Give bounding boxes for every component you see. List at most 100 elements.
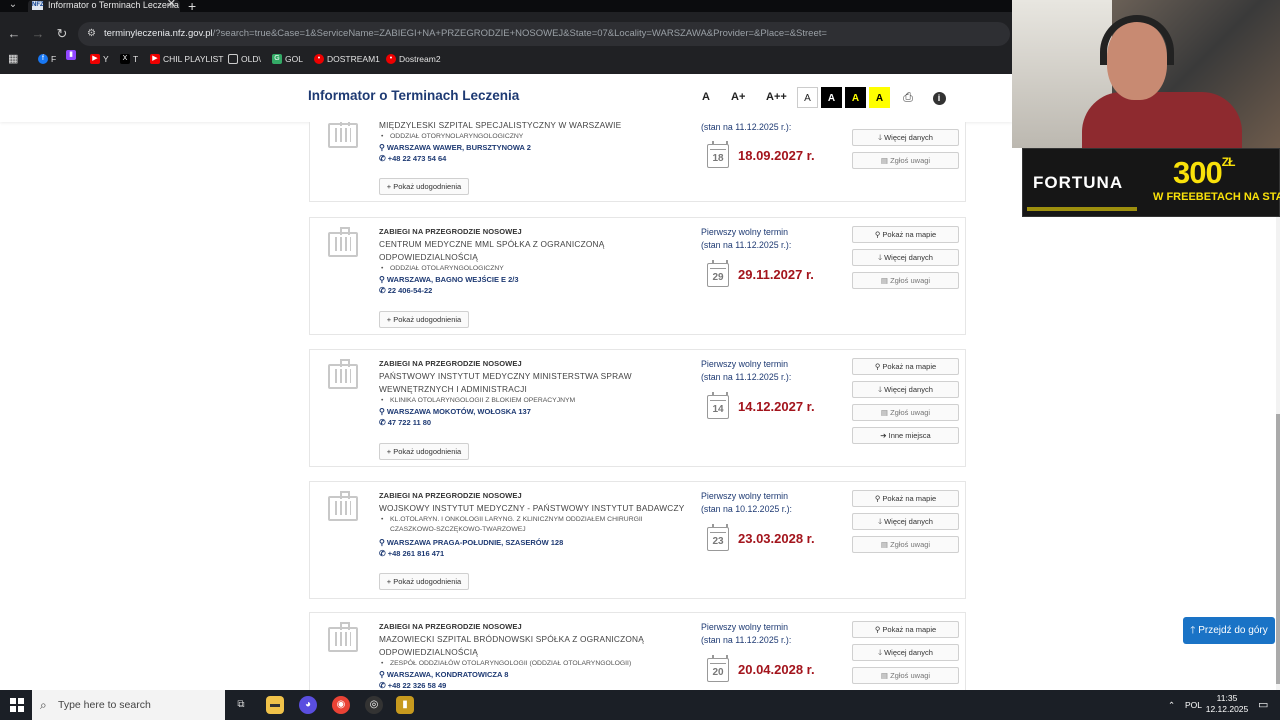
new-tab-icon[interactable]: + <box>188 0 196 14</box>
page-title[interactable]: Informator o Terminach Leczenia <box>308 88 519 103</box>
phone[interactable]: ✆ +48 22 473 54 64 <box>379 154 446 163</box>
phone[interactable]: ✆ 47 722 11 80 <box>379 418 431 427</box>
first-free-date: 14.12.2027 r. <box>738 399 815 414</box>
app-icon[interactable]: ◕ <box>299 696 317 714</box>
report-button[interactable]: ▤ Zgłoś uwagi <box>852 404 959 421</box>
status-date: (stan na 11.12.2025 r.): <box>701 122 792 132</box>
tab-title: Informator o Terminach Leczenia <box>48 0 179 10</box>
show-on-map-button[interactable]: ⚲ Pokaż na mapie <box>852 621 959 638</box>
map-pin-icon: ⚲ <box>379 670 385 679</box>
notifications-icon[interactable]: ▭ <box>1258 690 1268 720</box>
address[interactable]: ⚲ WARSZAWA PRAGA-POŁUDNIE, SZASERÓW 128 <box>379 538 563 547</box>
first-free-date: 20.04.2028 r. <box>738 662 815 677</box>
show-on-map-button[interactable]: ⚲ Pokaż na mapie <box>852 358 959 375</box>
chrome-icon[interactable]: ◉ <box>332 696 350 714</box>
more-data-button[interactable]: 🡓 Więcej danych <box>852 249 959 266</box>
bookmark-gol[interactable]: G GOL <box>272 50 303 68</box>
windows-start-icon[interactable] <box>10 698 24 712</box>
show-updates-button[interactable]: + Pokaż udogodnienia <box>379 311 469 328</box>
taskbar-search-input[interactable]: ⌕ Type here to search <box>32 690 225 720</box>
browser-tab[interactable]: NFZ Informator o Terminach Leczenia ✕ <box>28 0 180 14</box>
more-data-button[interactable]: 🡓 Więcej danych <box>852 129 959 146</box>
print-icon[interactable]: ⎙ <box>897 87 919 108</box>
apps-icon[interactable]: ▦ <box>8 50 18 68</box>
close-tab-icon[interactable]: ✕ <box>167 0 176 10</box>
more-data-button[interactable]: 🡓 Więcej danych <box>852 513 959 530</box>
more-data-button[interactable]: 🡓 Więcej danych <box>852 381 959 398</box>
show-on-map-button[interactable]: ⚲ Pokaż na mapie <box>852 490 959 507</box>
hospital-icon <box>328 227 358 257</box>
back-icon[interactable]: ← <box>6 26 22 41</box>
forward-icon[interactable]: → <box>30 26 46 41</box>
phone[interactable]: ✆ +48 261 816 471 <box>379 549 444 558</box>
bookmark-y[interactable]: ▶ Y <box>90 50 109 68</box>
taskbar-clock[interactable]: 11:35 12.12.2025 <box>1203 693 1251 715</box>
department: KLINIKA OTOLARYNGOLOGII Z BLOKIEM OPERAC… <box>379 396 679 406</box>
first-free-date: 18.09.2027 r. <box>738 148 815 163</box>
scrollbar-thumb[interactable] <box>1276 414 1280 684</box>
contrast-yellow-black-button[interactable]: A <box>869 87 890 108</box>
obs-icon[interactable]: ◎ <box>365 696 383 714</box>
result-card: MIĘDZYLESKI SZPITAL SPECJALISTYCZNY W WA… <box>309 122 966 202</box>
site-header: Informator o Terminach Leczenia A A+ A++… <box>0 74 1012 122</box>
hospital-icon <box>328 622 358 652</box>
phone-icon: ✆ <box>379 286 386 295</box>
app-active-icon[interactable]: ▮ <box>396 696 414 714</box>
bookmark-t[interactable]: XT <box>120 50 138 68</box>
file-explorer-icon[interactable]: ▬ <box>266 696 284 714</box>
tray-chevron-icon[interactable]: ⌃ <box>1168 690 1175 720</box>
address[interactable]: ⚲ WARSZAWA, KONDRATOWICZA 8 <box>379 670 508 679</box>
address[interactable]: ⚲ WARSZAWA WAWER, BURSZTYNOWA 2 <box>379 143 531 152</box>
report-button[interactable]: ▤ Zgłoś uwagi <box>852 667 959 684</box>
status-date: (stan na 11.12.2025 r.): <box>701 635 792 645</box>
provider-name: MAZOWIECKI SZPITAL BRÓDNOWSKI SPÓŁKA Z O… <box>379 634 644 657</box>
show-updates-button[interactable]: + Pokaż udogodnienia <box>379 443 469 460</box>
font-size-xlarge-button[interactable]: A++ <box>766 91 787 103</box>
url-domain: terminyleczenia.nfz.gov.pl <box>104 28 213 39</box>
service-name: ZABIEGI NA PRZEGRODZIE NOSOWEJ <box>379 622 522 631</box>
site-info-icon[interactable]: ⚙ <box>87 22 96 46</box>
show-on-map-button[interactable]: ⚲ Pokaż na mapie <box>852 226 959 243</box>
contrast-black-white-button[interactable]: A <box>821 87 842 108</box>
phone-icon: ✆ <box>379 418 386 427</box>
info-icon[interactable]: i <box>928 87 950 108</box>
show-updates-button[interactable]: + Pokaż udogodnienia <box>379 573 469 590</box>
contrast-black-yellow-button[interactable]: A <box>845 87 866 108</box>
bookmark-twitch[interactable]: ▮ <box>66 50 76 60</box>
results-list: MIĘDZYLESKI SZPITAL SPECJALISTYCZNY W WA… <box>0 122 1012 690</box>
language-indicator[interactable]: POL <box>1185 690 1202 720</box>
search-icon: ⌕ <box>40 698 47 712</box>
report-button[interactable]: ▤ Zgłoś uwagi <box>852 272 959 289</box>
first-term-label: Pierwszy wolny termin <box>701 227 789 237</box>
address[interactable]: ⚲ WARSZAWA MOKOTÓW, WOŁOSKA 137 <box>379 407 531 416</box>
address-bar[interactable]: ⚙ terminyleczenia.nfz.gov.pl/?search=tru… <box>78 22 1010 46</box>
font-size-large-button[interactable]: A+ <box>731 91 745 103</box>
phone[interactable]: ✆ +48 22 326 58 49 <box>379 681 446 690</box>
bookmark-dostream1[interactable]: • DOSTREAM1 <box>314 50 380 68</box>
scroll-to-top-button[interactable]: 🡑 Przejdź do góry <box>1183 617 1275 644</box>
font-size-normal-button[interactable]: A <box>702 91 710 103</box>
bookmark-chil-playlist[interactable]: ▶ CHIL PLAYLIST <box>150 50 223 68</box>
phone[interactable]: ✆ 22 406-54-22 <box>379 286 432 295</box>
address[interactable]: ⚲ WARSZAWA, BAGNO WEJŚCIE E 2/3 <box>379 275 519 284</box>
report-button[interactable]: ▤ Zgłoś uwagi <box>852 152 959 169</box>
first-term-label: Pierwszy wolny termin <box>701 622 789 632</box>
tab-search-icon[interactable]: ⌄ <box>4 0 22 12</box>
task-view-icon[interactable]: ⧉ <box>232 696 250 714</box>
dostream-icon: • <box>314 54 324 64</box>
other-places-button[interactable]: ➔ Inne miejsca <box>852 427 959 444</box>
reload-icon[interactable]: ↻ <box>54 26 70 42</box>
result-card: ZABIEGI NA PRZEGRODZIE NOSOWEJ WOJSKOWY … <box>309 481 966 599</box>
calendar-icon: 14 <box>707 392 729 419</box>
provider-name: CENTRUM MEDYCZNE MML SPÓŁKA Z OGRANICZON… <box>379 239 605 262</box>
contrast-default-button[interactable]: A <box>797 87 818 108</box>
bookmark-old[interactable]: OLD\ <box>228 50 261 68</box>
bookmark-f[interactable]: fF <box>38 50 56 68</box>
more-data-button[interactable]: 🡓 Więcej danych <box>852 644 959 661</box>
show-updates-button[interactable]: + Pokaż udogodnienia <box>379 178 469 195</box>
bookmark-dostream2[interactable]: • Dostream2 <box>386 50 441 68</box>
report-button[interactable]: ▤ Zgłoś uwagi <box>852 536 959 553</box>
first-term-label: Pierwszy wolny termin <box>701 491 789 501</box>
result-card: ZABIEGI NA PRZEGRODZIE NOSOWEJ MAZOWIECK… <box>309 612 966 690</box>
windows-taskbar: ⌕ Type here to search ⧉ ▬ ◕ ◉ ◎ ▮ ⌃ POL 1… <box>0 690 1280 720</box>
